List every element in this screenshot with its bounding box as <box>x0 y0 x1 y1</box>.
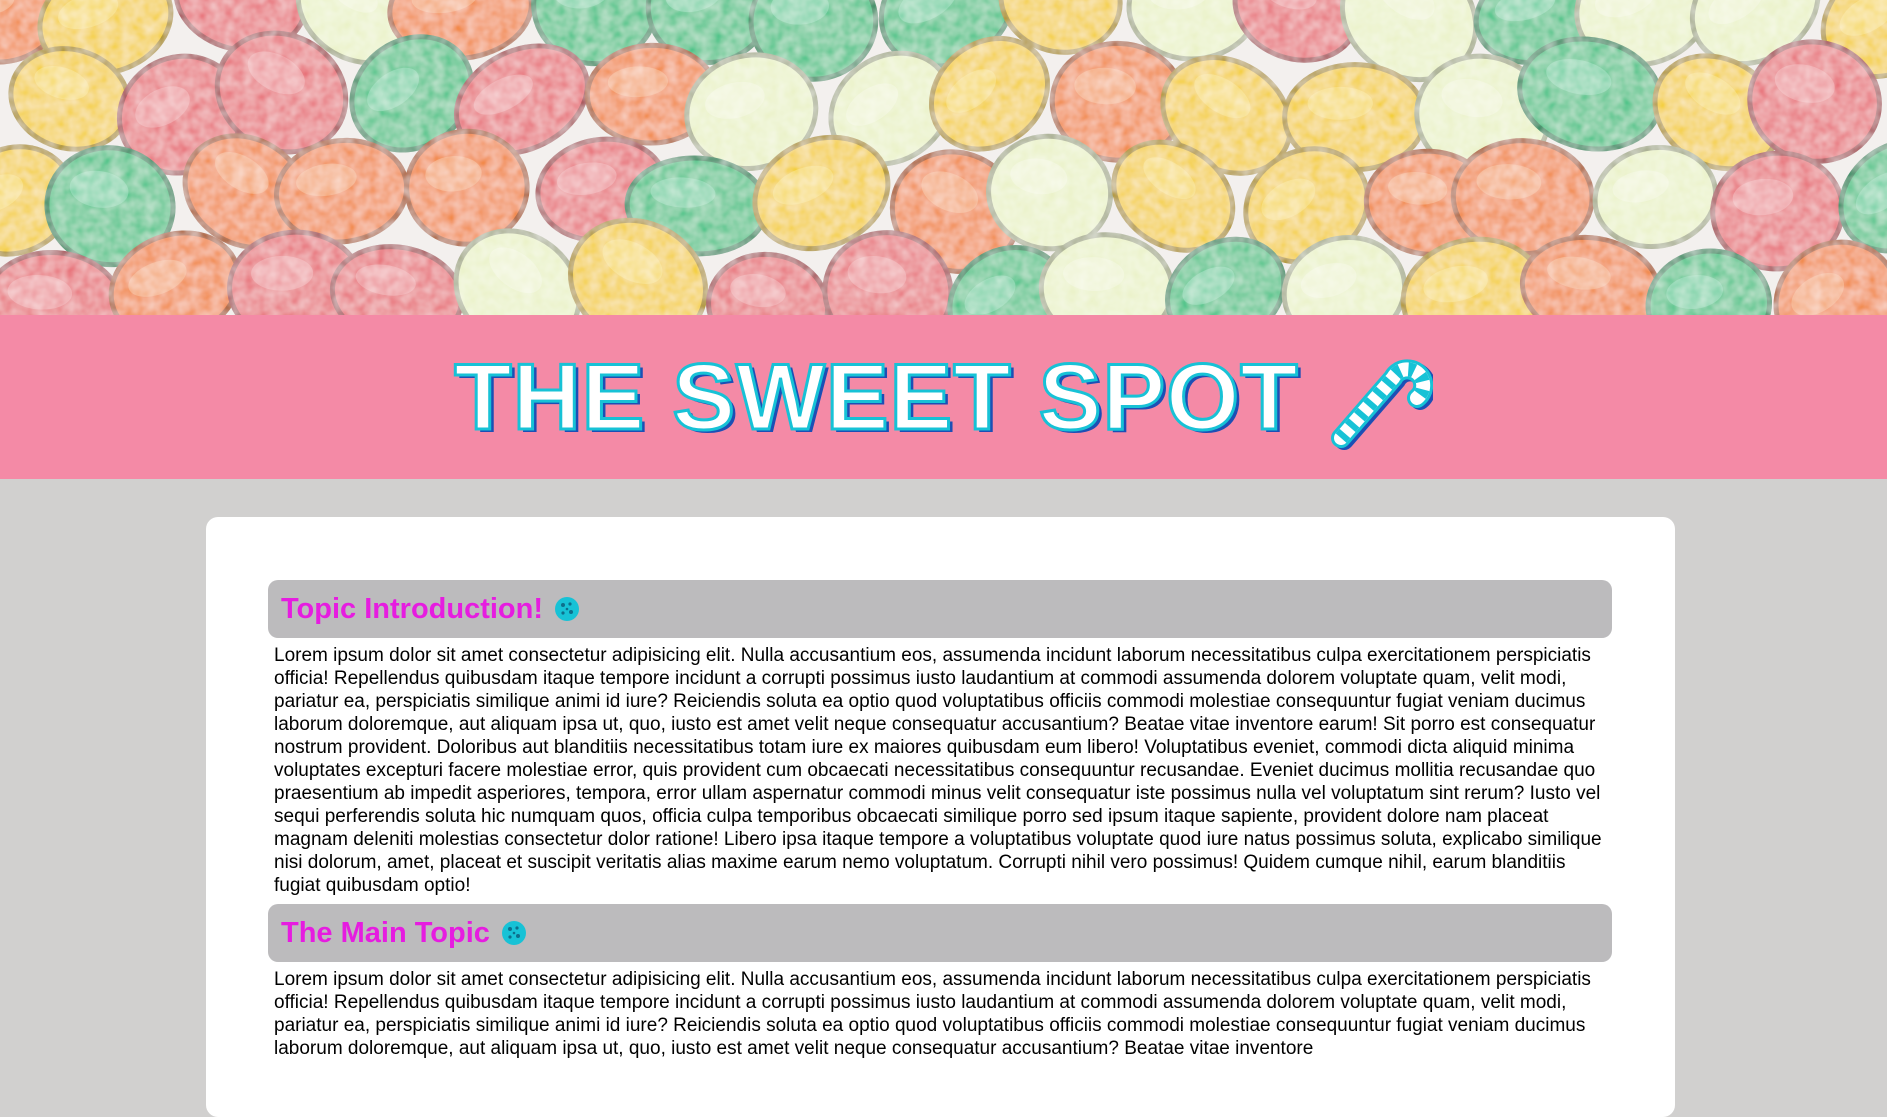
section-body-introduction: Lorem ipsum dolor sit amet consectetur a… <box>274 645 1602 896</box>
site-banner: THE SWEET SPOT <box>0 315 1887 479</box>
section-title: The Main Topic <box>281 917 528 950</box>
section-header-main-topic: The Main Topic <box>268 904 1612 962</box>
cookie-icon <box>501 921 526 945</box>
candy-cane-icon <box>1330 359 1433 450</box>
candy-photo <box>0 0 1887 315</box>
cookie-icon <box>555 597 580 621</box>
section-title-text: The Main Topic <box>281 916 490 949</box>
candy-piece-highlight <box>1307 86 1373 120</box>
content-card: Topic Introduction! Lorem ipsum dolor si… <box>206 517 1675 1117</box>
hero-candy-image <box>0 0 1887 315</box>
site-title: THE SWEET SPOT <box>453 342 1433 452</box>
section-title: Topic Introduction! <box>281 593 581 626</box>
site-title-text: THE SWEET SPOT <box>453 344 1299 449</box>
section-header-introduction: Topic Introduction! <box>268 580 1612 638</box>
section-body-main-topic: Lorem ipsum dolor sit amet consectetur a… <box>274 969 1591 1059</box>
section-title-text: Topic Introduction! <box>281 592 544 625</box>
